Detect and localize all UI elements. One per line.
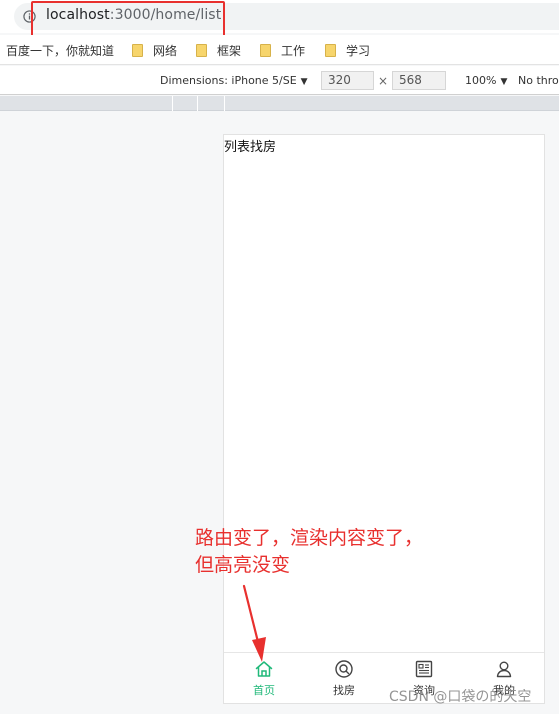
bookmark-label: 工作 [281, 43, 306, 58]
ruler-divider [197, 96, 198, 111]
tab-find-house[interactable]: 找房 [304, 653, 384, 703]
zoom-select[interactable]: 100% ▼ [465, 74, 507, 87]
device-label: Dimensions: iPhone 5/SE [160, 74, 297, 87]
url-highlight-box [31, 1, 225, 38]
bookmarks-bar: 百度一下，你就知道 网络 框架 工作 学习 [0, 35, 559, 65]
tab-label: 首页 [253, 684, 275, 697]
ruler-divider [224, 96, 225, 111]
tab-label: 找房 [333, 684, 355, 697]
bookmark-label: 百度一下，你就知道 [6, 43, 115, 58]
bookmark-folder-framework[interactable]: 框架 [196, 41, 241, 59]
device-select[interactable]: Dimensions: iPhone 5/SE ▼ [160, 74, 308, 87]
caret-down-icon: ▼ [300, 77, 308, 87]
bookmark-folder-study[interactable]: 学习 [325, 41, 370, 59]
width-input[interactable]: 320 [321, 71, 374, 90]
bookmark-folder-work[interactable]: 工作 [260, 41, 305, 59]
watermark-text: CSDN @口袋の的天空 [389, 689, 532, 705]
media-query-ruler[interactable] [0, 96, 559, 111]
bookmark-label: 框架 [217, 43, 242, 58]
throttle-select[interactable]: No thro [518, 74, 559, 87]
news-icon [415, 660, 433, 678]
caret-down-icon: ▼ [500, 77, 508, 87]
ruler-divider [172, 96, 173, 111]
browser-address-row: localhost:3000/home/list [0, 0, 559, 38]
annotation-arrow-icon [242, 584, 266, 662]
device-viewport: 列表找房 首页 找房 资询 我的 [223, 134, 545, 704]
bookmark-baidu[interactable]: 百度一下，你就知道 [6, 41, 114, 59]
device-toolbar: Dimensions: iPhone 5/SE ▼ 320 × 568 100% ▼… [0, 66, 559, 95]
folder-icon [325, 43, 336, 57]
bookmark-label: 学习 [346, 43, 371, 58]
height-input[interactable]: 568 [392, 71, 446, 90]
annotation-line: 路由变了，渲染内容变了， [195, 527, 424, 549]
folder-icon [196, 43, 207, 57]
bookmark-folder-network[interactable]: 网络 [132, 41, 177, 59]
user-icon [496, 661, 512, 678]
page-content-text: 列表找房 [224, 140, 277, 155]
annotation-line: 但高亮没变 [195, 554, 291, 576]
annotation-note: 路由变了，渲染内容变了， 但高亮没变 [195, 525, 423, 579]
search-icon [335, 660, 353, 678]
folder-icon [132, 43, 143, 57]
folder-icon [260, 43, 271, 57]
times-separator: × [378, 74, 389, 88]
zoom-label: 100% [465, 74, 497, 87]
bookmark-label: 网络 [153, 43, 178, 58]
